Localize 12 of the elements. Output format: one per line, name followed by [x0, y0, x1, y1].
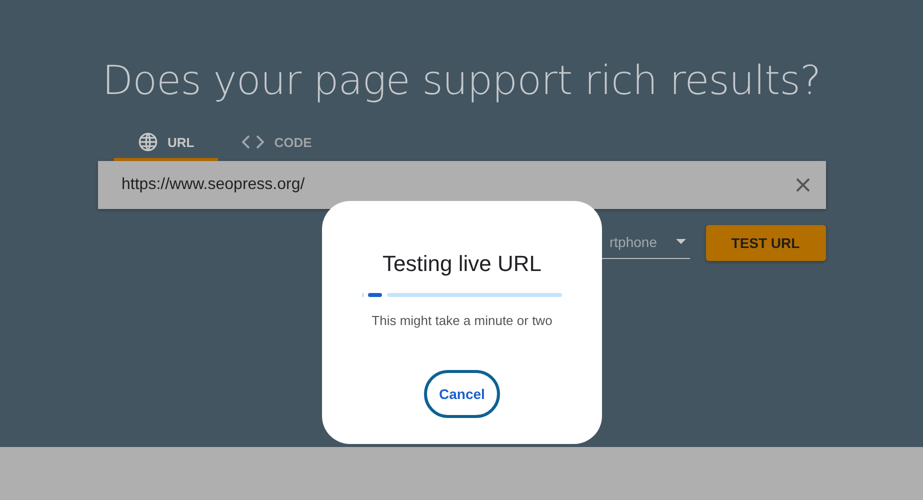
dropdown-caret-icon	[676, 239, 686, 244]
dialog-message: This might take a minute or two	[372, 313, 552, 328]
close-icon[interactable]	[796, 178, 810, 192]
dialog-title: Testing live URL	[382, 251, 542, 277]
test-url-button[interactable]: TEST URL	[706, 225, 826, 261]
url-value: https://www.seopress.org/	[122, 176, 305, 194]
globe-icon	[138, 132, 158, 152]
tab[interactable]: CODE	[218, 126, 336, 161]
page-heading: Does your page support rich results?	[102, 58, 821, 104]
code-icon	[242, 135, 264, 149]
url-field[interactable]: https://www.seopress.org/	[98, 161, 826, 209]
cancel-button[interactable]: Cancel	[424, 370, 500, 418]
